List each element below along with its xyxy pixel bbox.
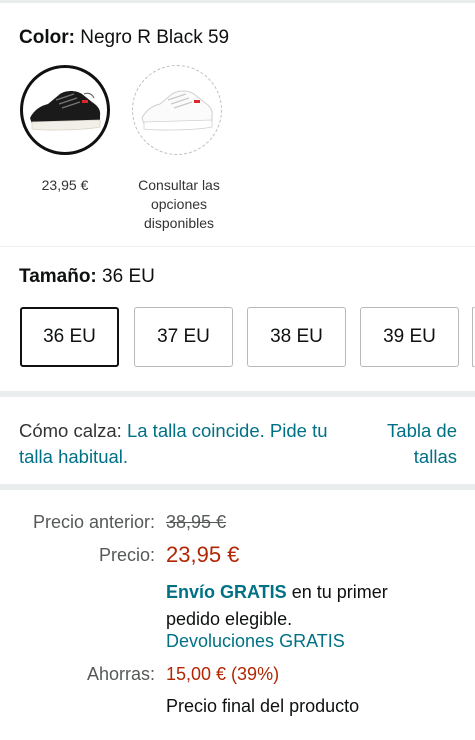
color-label: Color:	[19, 27, 75, 48]
size-option-37[interactable]: 37 EU	[134, 307, 233, 367]
size-option-36[interactable]: 36 EU	[20, 307, 119, 367]
size-selection-label: Tamaño: 36 EU	[19, 266, 155, 288]
size-label: Tamaño:	[19, 266, 97, 287]
shipping-info: Envío GRATIS en tu primer pedido elegibl…	[166, 579, 436, 633]
swatch-white-caption: Consultar las opciones disponibles	[138, 177, 220, 231]
black-sneaker-image	[30, 91, 101, 131]
previous-price-label: Precio anterior:	[32, 512, 155, 532]
savings-value: 15,00 € (39%)	[166, 664, 280, 684]
final-price-note: Precio final del producto	[166, 696, 360, 716]
previous-price-value: 38,95 €	[166, 512, 227, 532]
swatch-black-price: 23,95 €	[41, 177, 89, 193]
fit-label: Cómo calza:	[19, 420, 122, 441]
fit-info: Cómo calza: La talla coincide. Pide tu t…	[19, 418, 349, 470]
savings-label: Ahorras:	[86, 664, 155, 684]
price-label: Precio:	[98, 545, 155, 565]
free-shipping-link[interactable]: Envío GRATIS	[166, 582, 287, 602]
price-divider	[0, 484, 475, 490]
color-swatch-black[interactable]	[20, 65, 110, 155]
fit-divider	[0, 391, 475, 397]
free-returns-link[interactable]: Devoluciones GRATIS	[166, 631, 345, 652]
color-selection-label: Color: Negro R Black 59	[19, 27, 229, 49]
size-chart-link[interactable]: Tabla de tallas	[347, 418, 457, 470]
section-divider	[0, 246, 475, 247]
size-value: 36 EU	[102, 266, 155, 287]
color-swatch-white[interactable]	[132, 65, 222, 155]
price-value: 23,95 €	[166, 542, 240, 567]
color-value: Negro R Black 59	[80, 27, 230, 48]
white-sneaker-image	[141, 90, 213, 131]
top-divider	[0, 0, 475, 3]
size-option-38[interactable]: 38 EU	[247, 307, 346, 367]
size-option-39[interactable]: 39 EU	[360, 307, 459, 367]
